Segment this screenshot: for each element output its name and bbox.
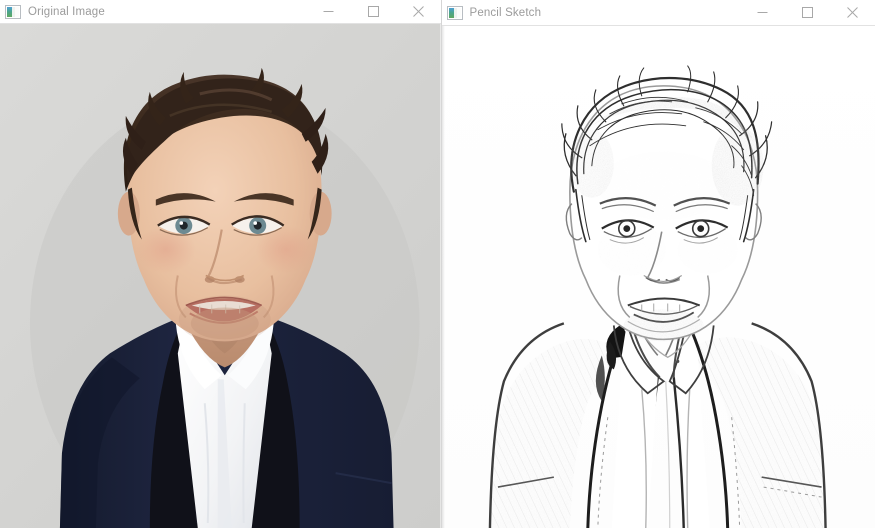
window-original-image[interactable]: Original Image	[0, 0, 441, 528]
window-controls-original-image	[306, 0, 441, 23]
window-pencil-sketch[interactable]: Pencil Sketch	[440, 0, 875, 528]
opencv-highgui-icon	[5, 4, 21, 19]
image-canvas-original	[0, 24, 441, 528]
pencil-sketch-image	[441, 26, 875, 528]
minimize-icon	[323, 11, 333, 12]
maximize-button[interactable]	[785, 0, 830, 25]
close-button[interactable]	[830, 0, 875, 25]
close-button[interactable]	[396, 0, 441, 23]
close-icon	[412, 6, 424, 17]
maximize-icon	[802, 7, 813, 18]
maximize-icon	[367, 6, 379, 17]
window-title-original-image: Original Image	[28, 5, 105, 18]
close-icon	[847, 7, 858, 18]
maximize-button[interactable]	[351, 0, 396, 23]
original-portrait-image	[0, 24, 441, 528]
minimize-button[interactable]	[740, 0, 785, 25]
titlebar-original-image[interactable]: Original Image	[0, 0, 441, 24]
image-canvas-sketch	[441, 26, 875, 528]
minimize-icon	[757, 12, 768, 13]
desktop: Original Image Pencil Sketch	[0, 0, 875, 528]
window-title-pencil-sketch: Pencil Sketch	[469, 6, 542, 19]
minimize-button[interactable]	[306, 0, 351, 23]
opencv-highgui-icon	[446, 5, 463, 20]
window-controls-pencil-sketch	[740, 0, 875, 25]
titlebar-pencil-sketch[interactable]: Pencil Sketch	[441, 0, 875, 26]
